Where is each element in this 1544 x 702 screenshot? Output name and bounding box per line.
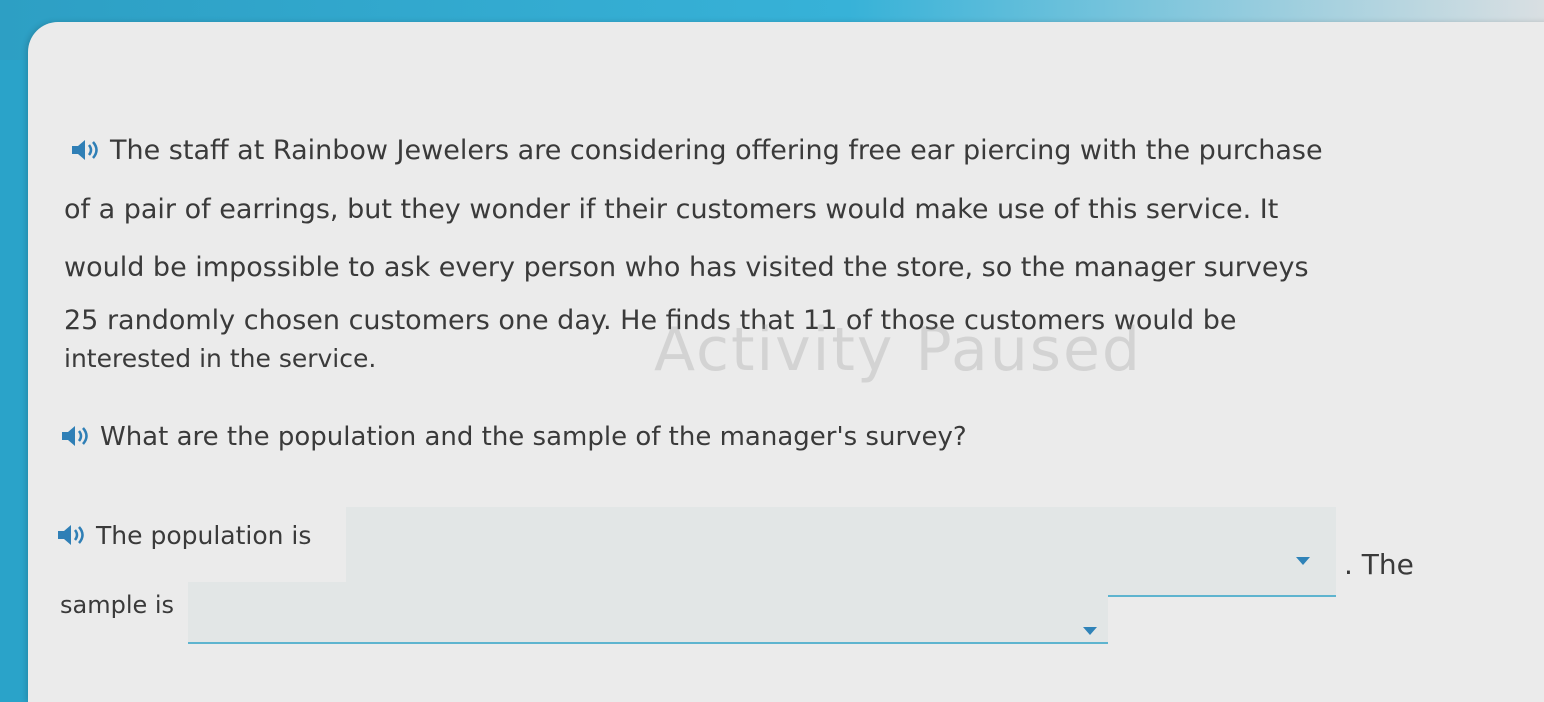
population-line: The population is (56, 519, 311, 553)
sample-line: sample is (60, 588, 174, 622)
population-label: The population is (96, 521, 312, 550)
problem-text: The staff at Rainbow Jewelers are consid… (110, 135, 1323, 166)
problem-line-3: would be impossible to ask every person … (64, 251, 1309, 285)
speaker-icon[interactable] (56, 522, 86, 546)
problem-line-2: of a pair of earrings, but they wonder i… (64, 193, 1278, 227)
problem-text: would be impossible to ask every person … (64, 252, 1309, 283)
problem-text: interested in the service. (64, 344, 377, 373)
question-line: What are the population and the sample o… (60, 420, 967, 454)
activity-paused-watermark: Activity Paused (654, 315, 1142, 385)
speaker-icon[interactable] (60, 423, 90, 447)
problem-card: The staff at Rainbow Jewelers are consid… (28, 22, 1544, 702)
problem-line-1: The staff at Rainbow Jewelers are consid… (70, 134, 1323, 168)
population-suffix: . The (1344, 548, 1414, 581)
problem-text: of a pair of earrings, but they wonder i… (64, 194, 1279, 225)
chevron-down-icon[interactable] (1083, 627, 1097, 635)
speaker-icon[interactable] (70, 137, 100, 161)
sample-label: sample is (60, 591, 175, 619)
problem-line-5: interested in the service. (64, 342, 376, 376)
chevron-down-icon[interactable] (1296, 557, 1310, 565)
question-text: What are the population and the sample o… (100, 422, 967, 452)
mid-text: . The (1344, 548, 1414, 582)
sample-dropdown[interactable] (188, 582, 1108, 644)
